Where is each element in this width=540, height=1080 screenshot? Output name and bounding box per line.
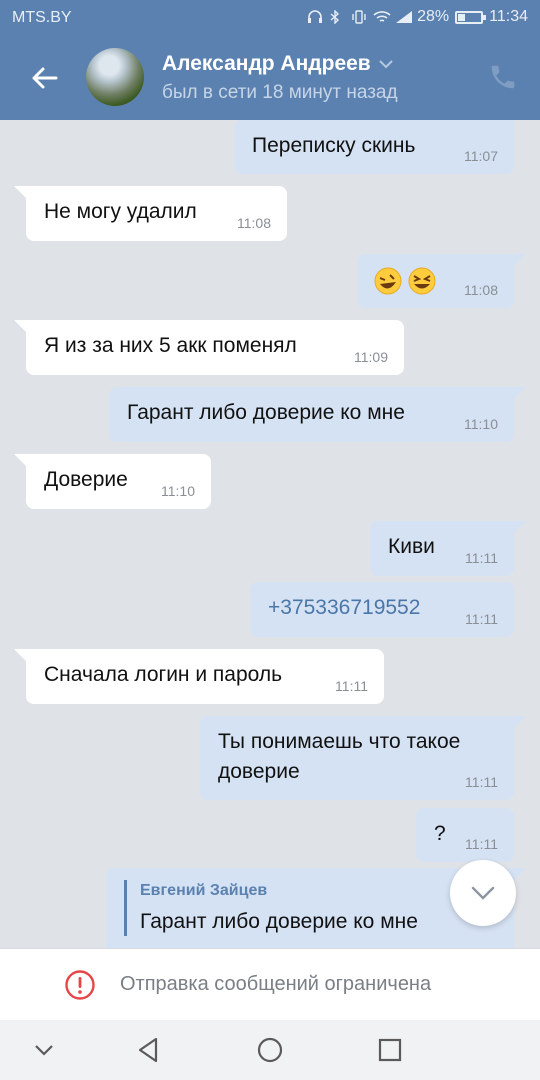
reply-author[interactable]: Евгений Зайцев	[140, 882, 267, 900]
message-list[interactable]: Переписку скинь 11:07 Не могу удалил 11:…	[0, 120, 540, 948]
hide-keyboard-button[interactable]	[28, 1034, 60, 1066]
message-bubble-out[interactable]: Ты понимаешь что такое доверие 11:11	[200, 716, 526, 800]
nav-back-button[interactable]	[134, 1034, 166, 1066]
reply-quote-bar	[124, 880, 127, 936]
status-icons: 28% 11:34	[307, 8, 528, 26]
message-time: 11:08	[464, 282, 498, 298]
message-time: 11:11	[465, 836, 498, 852]
bluetooth-icon	[329, 9, 345, 25]
carrier-label: MTS.BY	[12, 9, 72, 26]
chat-header: Александр Андреев был в сети 18 минут на…	[0, 36, 540, 120]
message-bubble-out[interactable]: Гарант либо доверие ко мне 11:10	[109, 387, 526, 442]
laughing-emoji-icon	[374, 267, 436, 295]
message-bubble-out[interactable]: Переписку скинь 11:07	[234, 120, 514, 174]
contact-name-label: Александр Андреев	[162, 52, 371, 75]
scroll-to-bottom-button[interactable]	[450, 860, 516, 926]
call-button[interactable]	[488, 62, 520, 94]
nav-recents-button[interactable]	[374, 1034, 406, 1066]
square-recents-icon	[378, 1038, 402, 1062]
phone-number-link[interactable]: +375336719552	[268, 596, 420, 620]
restricted-label: Отправка сообщений ограничена	[120, 973, 432, 995]
chevron-down-icon	[35, 1045, 53, 1056]
headphones-icon	[307, 10, 323, 24]
message-text: Доверие	[44, 468, 128, 491]
circle-home-icon	[257, 1037, 283, 1063]
message-time: 11:11	[465, 550, 498, 566]
message-bubble-out[interactable]: Киви 11:11	[370, 521, 526, 576]
nav-home-button[interactable]	[254, 1034, 286, 1066]
avatar[interactable]	[86, 48, 144, 106]
message-emoji	[374, 266, 440, 302]
battery-icon	[455, 10, 487, 24]
message-time: 11:10	[161, 483, 195, 499]
clock: 11:34	[489, 8, 528, 25]
message-bubble-in[interactable]: Сначала логин и пароль 11:11	[14, 649, 384, 704]
warning-icon	[65, 970, 95, 1000]
phone-icon	[491, 65, 515, 89]
message-bubble-in[interactable]: Я из за них 5 акк поменял 11:09	[14, 320, 404, 375]
message-time: 11:09	[354, 349, 388, 365]
arrow-left-icon	[32, 67, 58, 89]
chevron-down-icon	[471, 886, 495, 900]
message-bubble-out[interactable]: +375336719552 11:11	[250, 582, 514, 637]
messaging-restricted-bar: Отправка сообщений ограничена	[0, 948, 540, 1020]
reply-quote-text: Гарант либо доверие ко мне	[140, 910, 418, 933]
message-text-line2: доверие	[218, 760, 300, 783]
chevron-down-icon	[379, 60, 393, 69]
message-time: 11:11	[465, 774, 498, 790]
message-time: 11:11	[335, 678, 368, 694]
message-text: Ты понимаешь что такое	[218, 730, 461, 753]
message-text: Гарант либо доверие ко мне	[127, 401, 405, 424]
system-nav-bar	[0, 1020, 540, 1080]
message-text: Не могу удалил	[44, 200, 197, 223]
last-seen-status: был в сети 18 минут назад	[162, 82, 398, 103]
message-text: ?	[434, 822, 446, 845]
message-time: 11:07	[464, 148, 498, 164]
status-bar: MTS.BY 28% 11:34	[0, 0, 540, 36]
message-text: Переписку скинь	[252, 134, 416, 157]
message-time: 11:11	[465, 611, 498, 627]
message-text: Киви	[388, 535, 435, 558]
message-bubble-in[interactable]: Не могу удалил 11:08	[14, 186, 287, 241]
vibrate-icon	[351, 10, 367, 24]
signal-icon	[395, 10, 413, 24]
back-button[interactable]	[24, 58, 64, 98]
triangle-back-icon	[138, 1037, 158, 1063]
message-text: Я из за них 5 акк поменял	[44, 334, 297, 357]
battery-percent: 28%	[417, 8, 450, 25]
message-text: Сначала логин и пароль	[44, 663, 283, 686]
contact-name[interactable]: Александр Андреев	[162, 52, 393, 76]
message-bubble-in[interactable]: Доверие 11:10	[14, 454, 211, 509]
message-time: 11:10	[464, 416, 498, 432]
message-time: 11:08	[237, 215, 271, 231]
message-bubble-out[interactable]: ? 11:11	[416, 808, 514, 862]
wifi-icon	[373, 10, 391, 24]
message-bubble-out[interactable]: 11:08	[358, 254, 526, 308]
